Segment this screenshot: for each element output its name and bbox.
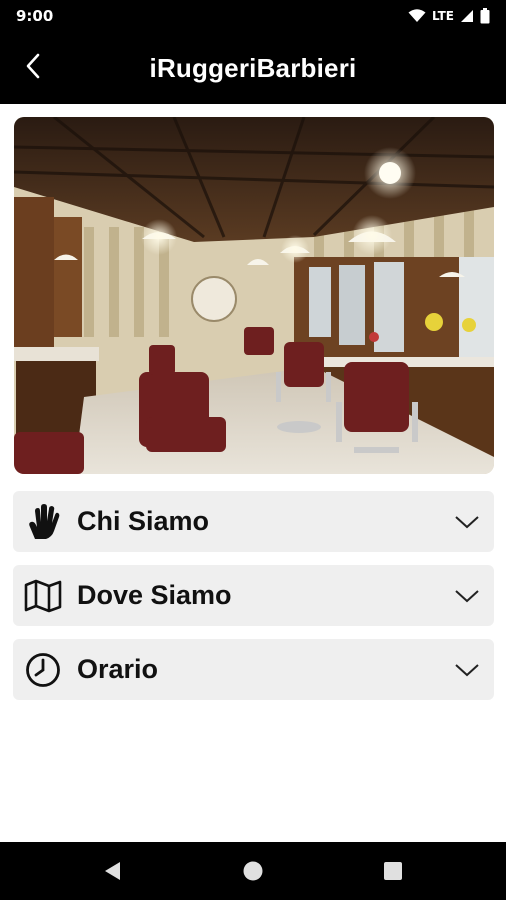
section-label: Chi Siamo (77, 506, 210, 536)
section-label: Dove Siamo (77, 580, 232, 610)
network-type: LTE (431, 9, 454, 23)
status-icons: LTE (408, 8, 490, 24)
back-button[interactable] (10, 44, 58, 92)
chevron-left-icon (24, 52, 44, 85)
status-bar: 9:00 LTE (0, 0, 506, 32)
clock-icon (23, 650, 63, 690)
hand-icon (23, 502, 63, 542)
page-title: iRuggeriBarbieri (149, 52, 357, 83)
recents-square-icon[interactable] (381, 859, 405, 883)
wifi-icon (408, 9, 426, 23)
system-nav-bar (0, 842, 506, 900)
section-dove-siamo[interactable]: Dove Siamo (13, 565, 494, 626)
battery-icon (480, 8, 490, 24)
section-orario[interactable]: Orario (13, 639, 494, 700)
hero-image (14, 117, 494, 474)
app-bar: iRuggeriBarbieri (0, 32, 506, 104)
back-triangle-icon[interactable] (100, 859, 124, 883)
chevron-down-icon (452, 507, 482, 537)
map-icon (23, 576, 63, 616)
section-chi-siamo[interactable]: Chi Siamo (13, 491, 494, 552)
section-label: Orario (77, 654, 159, 684)
cellular-signal-icon (460, 9, 474, 23)
chevron-down-icon (452, 655, 482, 685)
status-time: 9:00 (16, 7, 54, 25)
home-circle-icon[interactable] (241, 859, 265, 883)
chevron-down-icon (452, 581, 482, 611)
